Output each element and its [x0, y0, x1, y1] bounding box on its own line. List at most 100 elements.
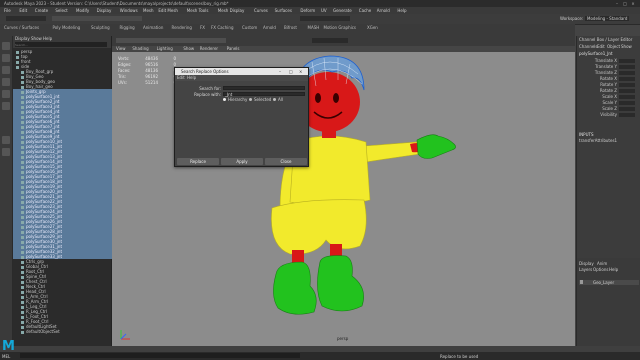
viewport-menu-shading[interactable]: Shading [132, 46, 148, 51]
paint-tool-icon[interactable] [2, 66, 10, 74]
outliner-menu-display[interactable]: Display [15, 36, 30, 41]
menu-item-file[interactable]: File [4, 8, 11, 13]
layer-tab-anim[interactable]: Anim [597, 261, 607, 266]
menu-item-generate[interactable]: Generate [333, 8, 352, 13]
scale-tool-icon[interactable] [2, 102, 10, 110]
apply-button[interactable]: Apply [221, 158, 263, 165]
layout-four-icon[interactable] [2, 148, 10, 156]
search-for-field[interactable] [223, 86, 305, 90]
menu-item-mesh-tools[interactable]: Mesh Tools [187, 8, 209, 13]
maximize-button[interactable]: □ [622, 1, 628, 6]
command-input[interactable] [20, 353, 300, 358]
select-tool-icon[interactable] [2, 42, 10, 50]
menu-item-mesh-display[interactable]: Mesh Display [218, 8, 245, 13]
layer-menu-options[interactable]: Options [593, 267, 608, 272]
close-button[interactable]: × [630, 1, 636, 6]
menu-item-windows[interactable]: Windows [120, 8, 138, 13]
replace-with-field[interactable]: _Jnt [223, 92, 305, 97]
viewport-icon-strip[interactable] [116, 38, 226, 43]
shelf-tab[interactable]: XGen [367, 25, 378, 30]
shelf-tab[interactable]: Animation [143, 25, 163, 30]
lasso-tool-icon[interactable] [2, 54, 10, 62]
channel-attr-value[interactable] [619, 95, 635, 99]
channel-attr-row[interactable]: Rotate X [579, 76, 639, 81]
shelf-tab[interactable]: Rigging [120, 25, 135, 30]
menu-set-select[interactable] [6, 16, 46, 21]
menu-item-uv[interactable]: UV [321, 8, 327, 13]
outliner-search-input[interactable] [15, 42, 107, 47]
channel-attr-row[interactable]: Rotate Y [579, 82, 639, 87]
channel-attr-row[interactable]: Visibility [579, 112, 639, 117]
channel-attr-value[interactable] [619, 71, 635, 75]
radio-selected[interactable] [249, 98, 252, 101]
layout-single-icon[interactable] [2, 136, 10, 144]
dialog-maximize-button[interactable]: □ [289, 69, 293, 74]
channel-attr-value[interactable] [619, 113, 635, 117]
close-dialog-button[interactable]: Close [265, 158, 307, 165]
dialog-close-icon[interactable]: × [299, 69, 302, 74]
cb-menu-edit[interactable]: Edit [597, 44, 605, 49]
shelf-tab[interactable]: MASH [308, 25, 320, 30]
camera-field[interactable] [312, 38, 348, 43]
status-icons[interactable] [52, 16, 142, 21]
viewport-menu-panels[interactable]: Panels [227, 46, 240, 51]
rotate-tool-icon[interactable] [2, 90, 10, 98]
viewport-menu-lighting[interactable]: Lighting [157, 46, 173, 51]
outliner-menu-show[interactable]: Show [31, 36, 42, 41]
cb-menu-show[interactable]: Show [621, 44, 632, 49]
dialog-minimize-button[interactable]: – [279, 69, 281, 74]
shelf-tab[interactable]: FX Caching [211, 25, 233, 30]
menu-item-display[interactable]: Display [97, 8, 112, 13]
channel-attr-value[interactable] [619, 77, 635, 81]
menu-item-mesh[interactable]: Mesh [143, 8, 154, 13]
menu-item-surfaces[interactable]: Surfaces [275, 8, 292, 13]
cb-menu-object[interactable]: Object [607, 44, 620, 49]
channel-attr-value[interactable] [619, 107, 635, 111]
shelf-tab[interactable]: Rendering [172, 25, 192, 30]
shelf-tab[interactable]: Bifrost [284, 25, 297, 30]
channel-attr-value[interactable] [619, 65, 635, 69]
viewport-menu-view[interactable]: View [116, 46, 126, 51]
minimize-button[interactable]: – [614, 1, 620, 6]
replace-button[interactable]: Replace [177, 158, 219, 165]
cmd-language-label[interactable]: MEL [2, 354, 10, 359]
channel-attr-value[interactable] [619, 101, 635, 105]
menu-item-arnold[interactable]: Arnold [377, 8, 390, 13]
dialog-menu-edit[interactable]: Edit [177, 75, 185, 80]
shelf-tab[interactable]: FX [200, 25, 205, 30]
radio-all[interactable] [273, 98, 276, 101]
layer-tab-display[interactable]: Display [579, 261, 594, 266]
channel-attr-value[interactable] [619, 83, 635, 87]
channel-attr-row[interactable]: Scale X [579, 94, 639, 99]
viewport-menu-show[interactable]: Show [183, 46, 194, 51]
channel-attr-row[interactable]: Rotate Z [579, 88, 639, 93]
cb-menu-channels[interactable]: Channels [579, 44, 598, 49]
layer-visibility-icon[interactable] [580, 280, 583, 284]
viewport-menu-renderer[interactable]: Renderer [200, 46, 218, 51]
channel-attr-row[interactable]: Scale Z [579, 106, 639, 111]
menu-item-edit-mesh[interactable]: Edit Mesh [158, 8, 178, 13]
dialog-menu-help[interactable]: Help [187, 75, 196, 80]
menu-item-help[interactable]: Help [397, 8, 406, 13]
channel-attr-row[interactable]: Translate Z [579, 70, 639, 75]
shelf-tab[interactable]: Sculpting [91, 25, 110, 30]
layer-menu-help[interactable]: Help [609, 267, 618, 272]
menu-item-curves[interactable]: Curves [254, 8, 268, 13]
menu-item-modify[interactable]: Modify [76, 8, 89, 13]
outliner-menu-help[interactable]: Help [43, 36, 52, 41]
layer-row[interactable]: Geo_Layer [579, 280, 639, 285]
layer-menu-layers[interactable]: Layers [579, 267, 592, 272]
shelf-tab[interactable]: Poly Modeling [53, 25, 81, 30]
inputs-node[interactable]: transferAttributes1 [579, 138, 617, 143]
workspace-select[interactable]: Modeling - Standard [585, 16, 630, 21]
channel-attr-value[interactable] [619, 59, 635, 63]
menu-item-cache[interactable]: Cache [359, 8, 371, 13]
radio-hierarchy[interactable] [223, 98, 226, 101]
move-tool-icon[interactable] [2, 78, 10, 86]
menu-item-select[interactable]: Select [55, 8, 67, 13]
channel-attr-row[interactable]: Scale Y [579, 100, 639, 105]
shelf-tab[interactable]: Curves / Surfaces [4, 25, 39, 30]
shelf-tab[interactable]: Motion Graphics [324, 25, 357, 30]
channel-attr-row[interactable]: Translate X [579, 58, 639, 63]
shelf-tab[interactable]: Arnold [263, 25, 276, 30]
